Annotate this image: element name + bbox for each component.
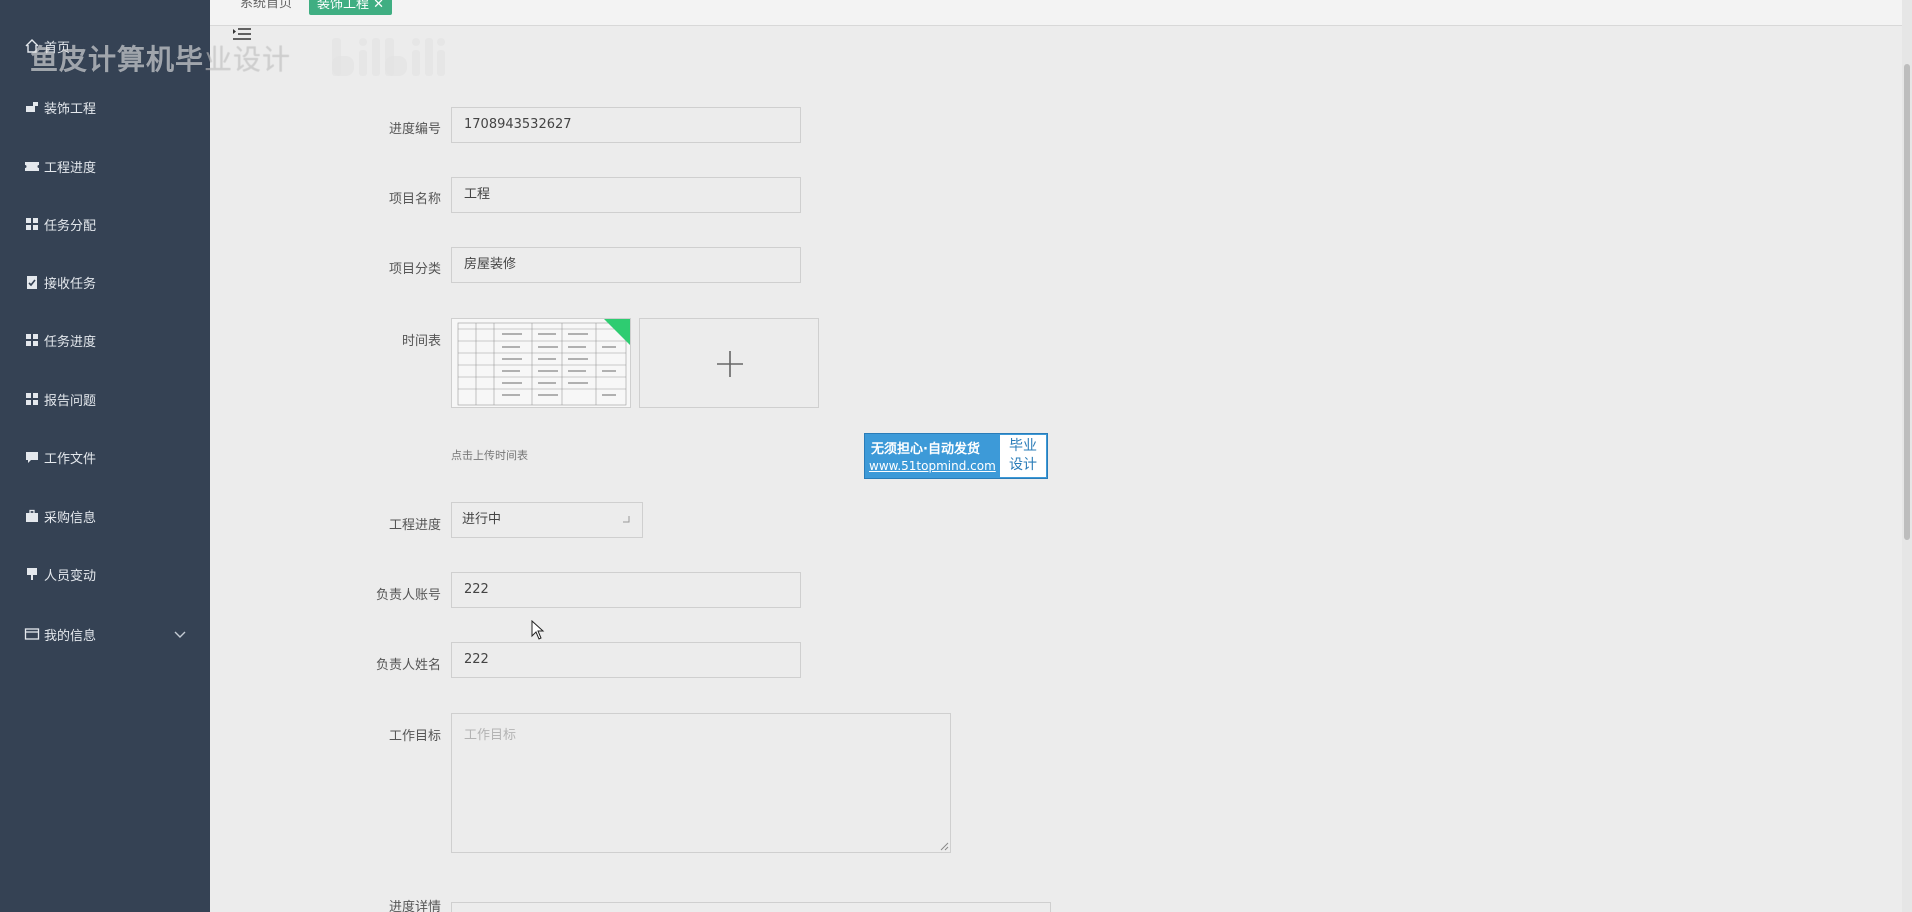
chat-icon <box>24 449 40 465</box>
sidebar: 首页 装饰工程 工程进度 任务分配 接收任务 任务进度 报告问题 工作文件 采购… <box>0 0 210 912</box>
grid-icon <box>24 216 40 232</box>
clipboard-check-icon <box>24 274 40 290</box>
sidebar-item-label: 任务分配 <box>44 218 97 234</box>
selected-corner-badge <box>604 319 630 345</box>
briefcase-icon <box>24 508 40 524</box>
select-arrow-icon <box>623 516 630 523</box>
ad-side-badge: 毕业 设计 <box>1000 435 1046 477</box>
work-goal-label: 工作目标 <box>388 729 441 744</box>
sidebar-item-engineering-progress[interactable]: 工程进度 <box>0 146 210 186</box>
sidebar-item-receive-task[interactable]: 接收任务 <box>0 262 210 302</box>
ad-banner[interactable]: 无须担心·自动发货 www.51topmind.com 毕业 设计 <box>864 433 1048 479</box>
grid-icon <box>24 391 40 407</box>
tab-system-home[interactable]: 系统首页 <box>240 0 292 11</box>
grid-icon <box>24 332 40 348</box>
sidebar-item-task-assignment[interactable]: 任务分配 <box>0 204 210 244</box>
menu-toggle-icon[interactable] <box>230 26 252 46</box>
close-icon[interactable]: ✕ <box>373 0 384 12</box>
progress-no-field[interactable]: 1708943532627 <box>451 107 801 143</box>
project-category-field[interactable]: 房屋装修 <box>451 247 801 283</box>
project-category-label: 项目分类 <box>388 262 441 277</box>
sidebar-item-task-progress[interactable]: 任务进度 <box>0 320 210 360</box>
ad-link[interactable]: www.51topmind.com <box>869 459 996 473</box>
page-scrollbar[interactable] <box>1902 0 1912 912</box>
sidebar-item-report-issue[interactable]: 报告问题 <box>0 379 210 419</box>
resize-grip-icon[interactable] <box>940 842 949 851</box>
sidebar-item-personnel-change[interactable]: 人员变动 <box>0 554 210 594</box>
schedule-image-thumbnail[interactable] <box>451 318 631 408</box>
sidebar-item-label: 任务进度 <box>44 334 97 350</box>
sidebar-item-work-files[interactable]: 工作文件 <box>0 437 210 477</box>
sidebar-item-label: 工程进度 <box>44 160 97 176</box>
sidebar-item-label: 接收任务 <box>44 276 97 292</box>
ticket-icon <box>24 158 40 174</box>
engineering-progress-value: 进行中 <box>462 512 502 527</box>
engineering-progress-label: 工程进度 <box>388 518 441 533</box>
sidebar-item-label: 我的信息 <box>44 628 97 644</box>
stamp-icon <box>24 566 40 582</box>
work-goal-textarea[interactable]: 工作目标 <box>451 713 951 853</box>
sidebar-item-purchase-info[interactable]: 采购信息 <box>0 496 210 536</box>
plus-icon <box>717 351 743 377</box>
engineering-progress-select[interactable]: 进行中 <box>451 502 643 538</box>
owner-account-field[interactable]: 222 <box>451 572 801 608</box>
sidebar-item-decoration-project[interactable]: 装饰工程 <box>0 87 210 127</box>
owner-account-label: 负责人账号 <box>375 588 441 603</box>
sidebar-item-my-info[interactable]: 我的信息 <box>0 614 210 654</box>
sidebar-item-label: 报告问题 <box>44 393 97 409</box>
ad-headline: 无须担心·自动发货 <box>871 442 980 457</box>
project-name-label: 项目名称 <box>388 192 441 207</box>
bilibili-logo-icon <box>332 38 445 76</box>
sidebar-item-label: 装饰工程 <box>44 101 97 117</box>
progress-detail-label: 进度详情 <box>388 900 441 912</box>
progress-detail-editor[interactable] <box>451 902 1051 912</box>
top-bar: 系统首页 装饰工程 ✕ <box>210 0 1912 26</box>
schedule-upload-button[interactable] <box>639 318 819 408</box>
paint-roller-icon <box>24 99 40 115</box>
progress-no-label: 进度编号 <box>388 122 441 137</box>
owner-name-field[interactable]: 222 <box>451 642 801 678</box>
mouse-cursor-icon <box>531 620 545 640</box>
owner-name-label: 负责人姓名 <box>375 658 441 673</box>
work-goal-placeholder: 工作目标 <box>464 728 517 743</box>
tab-decoration-project[interactable]: 装饰工程 ✕ <box>309 0 393 15</box>
sidebar-item-label: 人员变动 <box>44 568 97 584</box>
id-card-icon <box>24 626 40 642</box>
sidebar-item-label: 工作文件 <box>44 451 97 467</box>
scrollbar-thumb[interactable] <box>1904 64 1910 540</box>
upload-hint: 点击上传时间表 <box>451 449 528 462</box>
sidebar-item-label: 采购信息 <box>44 510 97 526</box>
chevron-down-icon <box>174 631 186 638</box>
schedule-label: 时间表 <box>401 334 441 349</box>
project-name-field[interactable]: 工程 <box>451 177 801 213</box>
